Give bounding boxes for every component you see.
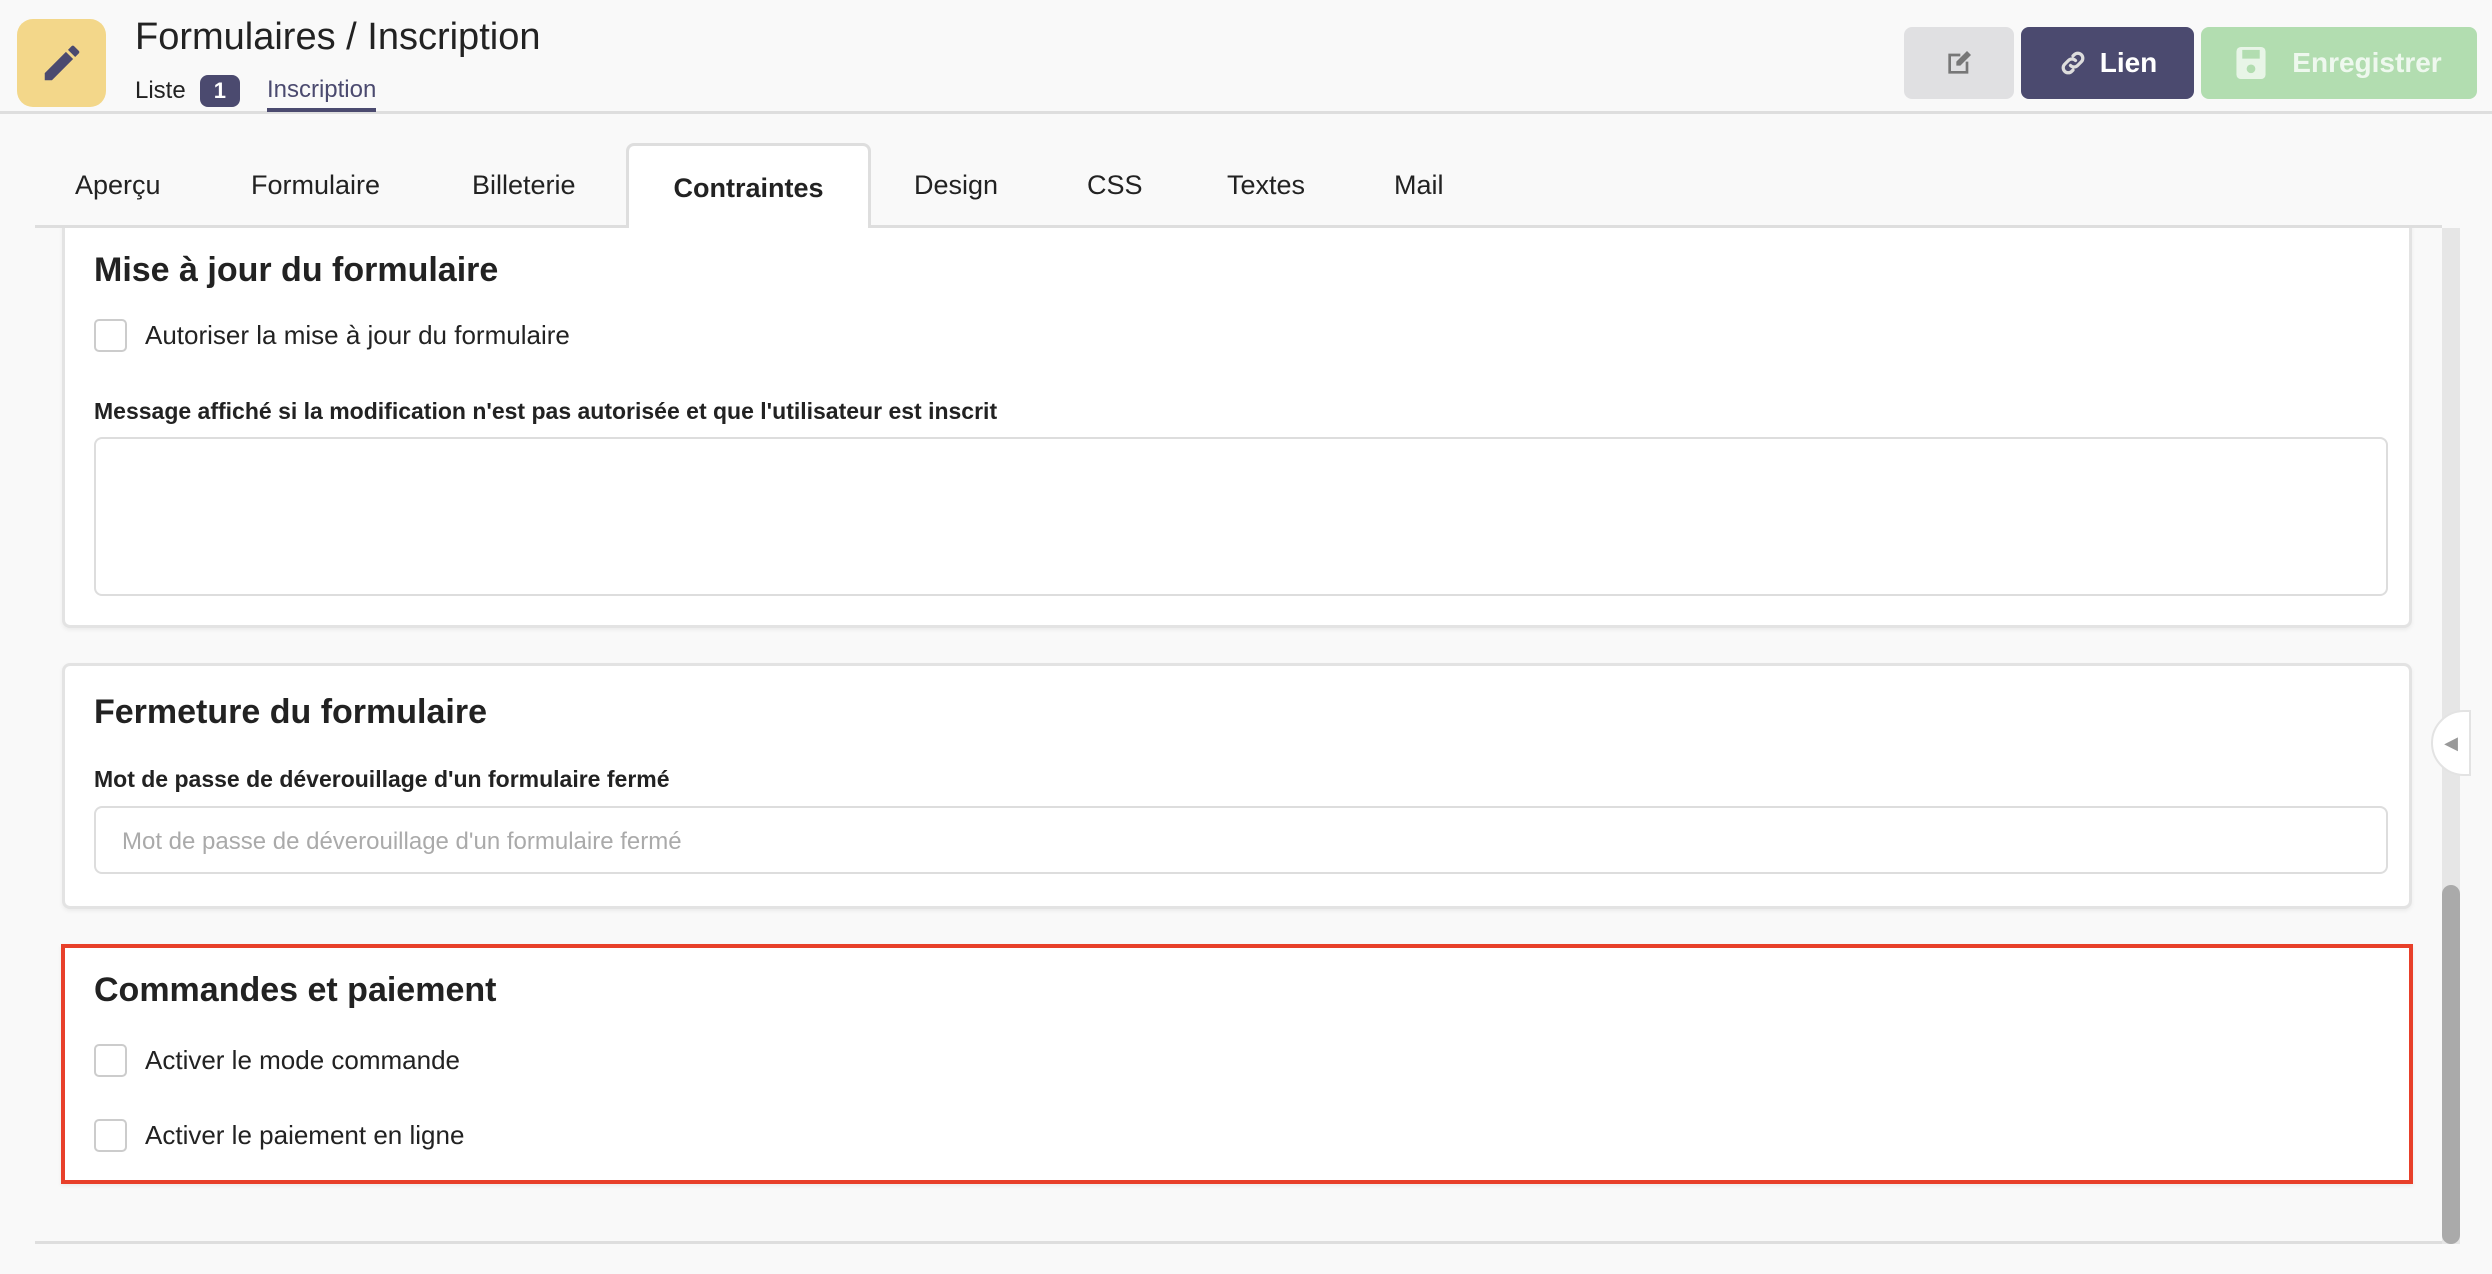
checkbox-label: Autoriser la mise à jour du formulaire (145, 320, 570, 350)
online-payment-checkbox[interactable]: Activer le paiement en ligne (94, 1119, 464, 1152)
tab-css[interactable]: CSS (1087, 143, 1143, 228)
allow-update-checkbox[interactable]: Autoriser la mise à jour du formulaire (94, 319, 570, 352)
field-label: Mot de passe de déverouillage d'un formu… (94, 766, 670, 792)
checkbox-box[interactable] (94, 319, 127, 352)
breadcrumb: Liste 1 Inscription (135, 70, 377, 112)
tab-mail[interactable]: Mail (1394, 143, 1444, 228)
closing-section: Fermeture du formulaire Mot de passe de … (62, 663, 2412, 909)
checkbox-box[interactable] (94, 1044, 127, 1077)
edit-icon (1948, 51, 1971, 74)
orders-section: Commandes et paiement Activer le mode co… (61, 944, 2413, 1184)
chevron-left-icon: ◀ (2444, 732, 2458, 753)
message-textarea[interactable] (94, 437, 2388, 596)
pencil-icon (17, 19, 106, 107)
tab-formulaire[interactable]: Formulaire (251, 143, 380, 228)
section-title: Mise à jour du formulaire (94, 251, 499, 289)
checkbox-label: Activer le paiement en ligne (145, 1120, 465, 1150)
tab-billeterie[interactable]: Billeterie (472, 143, 576, 228)
breadcrumb-list-link[interactable]: Liste (135, 77, 186, 105)
page-title: Formulaires / Inscription (135, 16, 541, 58)
tab-content: Mise à jour du formulaire Autoriser la m… (35, 228, 2442, 1244)
link-button-label: Lien (2099, 47, 2158, 78)
tab-apercu[interactable]: Aperçu (75, 143, 161, 228)
save-button-label: Enregistrer (2292, 47, 2442, 78)
link-button[interactable]: Lien (2021, 27, 2194, 99)
checkbox-label: Activer le mode commande (145, 1045, 461, 1075)
section-title: Commandes et paiement (94, 971, 497, 1009)
tab-design[interactable]: Design (914, 143, 998, 228)
edit-button[interactable] (1904, 27, 2014, 99)
breadcrumb-current[interactable]: Inscription (266, 76, 377, 112)
field-label: Message affiché si la modification n'est… (94, 398, 998, 424)
save-button[interactable]: Enregistrer (2201, 27, 2477, 99)
link-icon (2061, 51, 2085, 75)
section-title: Fermeture du formulaire (94, 693, 487, 731)
order-mode-checkbox[interactable]: Activer le mode commande (94, 1044, 460, 1077)
unlock-password-input[interactable]: Mot de passe de déverouillage d'un formu… (94, 806, 2388, 874)
save-icon (2236, 47, 2266, 79)
tab-textes[interactable]: Textes (1227, 143, 1305, 228)
list-count-badge: 1 (199, 75, 240, 107)
tab-contraintes[interactable]: Contraintes (626, 143, 871, 231)
checkbox-box[interactable] (94, 1119, 127, 1152)
scrollbar-thumb[interactable] (2442, 885, 2460, 1244)
tab-bar: Aperçu Formulaire Billeterie Contraintes… (35, 143, 2442, 231)
update-section: Mise à jour du formulaire Autoriser la m… (62, 228, 2412, 628)
page-header: Formulaires / Inscription Liste 1 Inscri… (0, 0, 2492, 114)
